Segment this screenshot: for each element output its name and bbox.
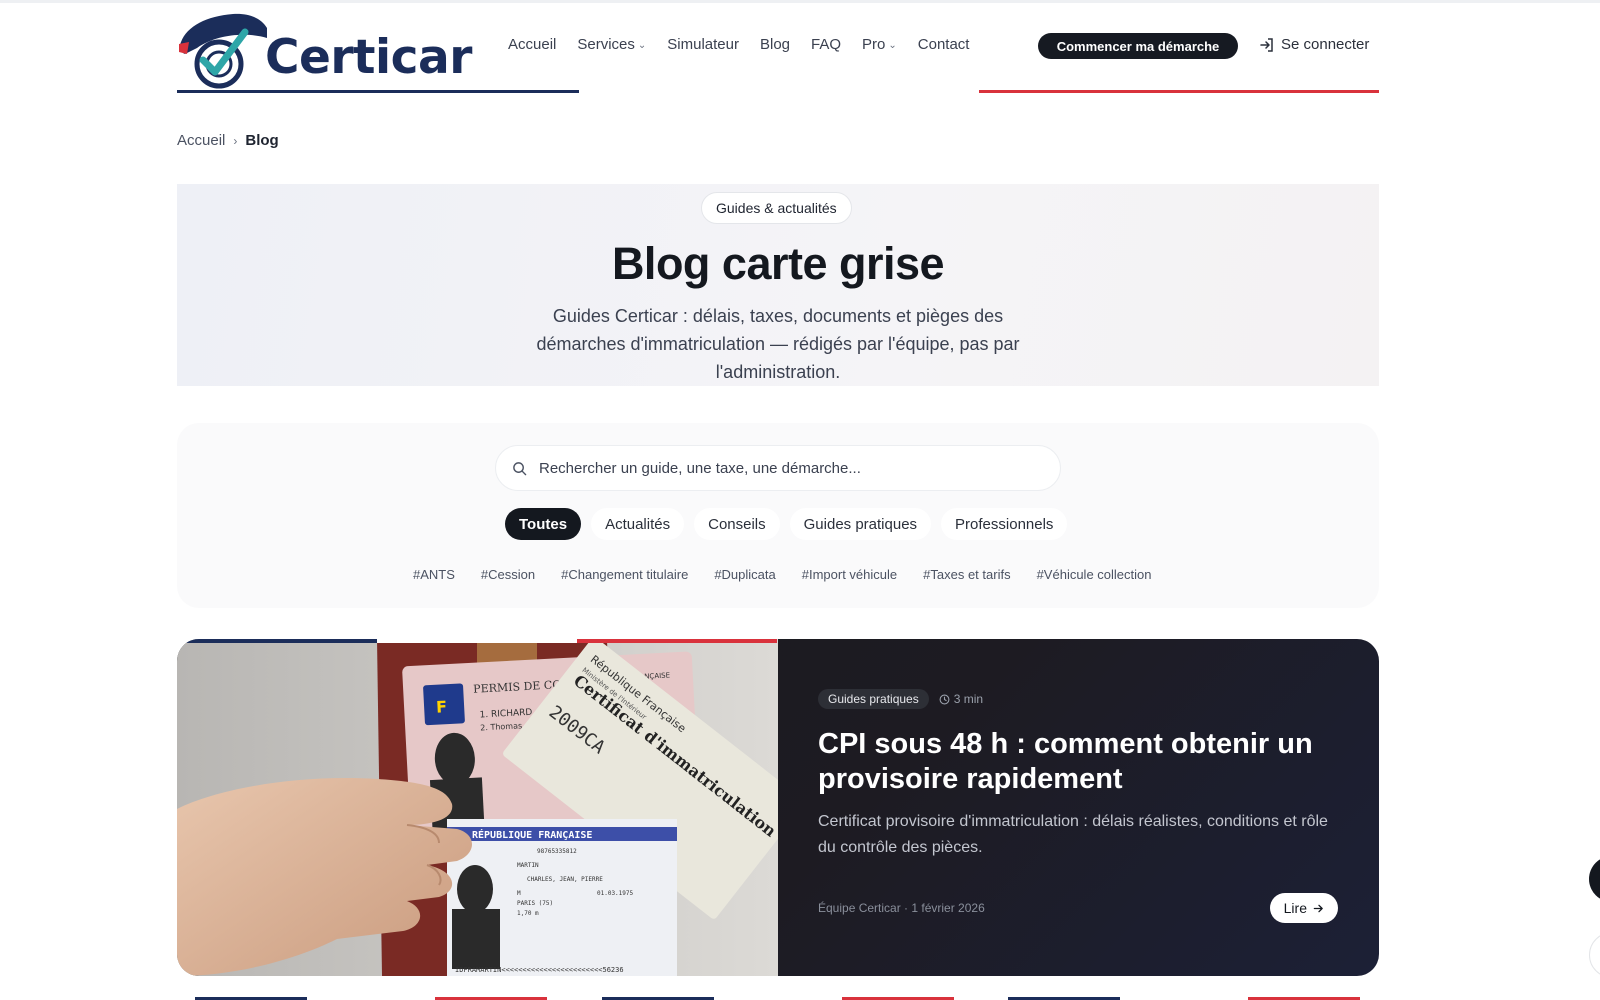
id-card-band: RÉPUBLIQUE FRANÇAISE xyxy=(472,828,592,841)
filter-conseils[interactable]: Conseils xyxy=(694,508,780,540)
filter-professionnels[interactable]: Professionnels xyxy=(941,508,1068,540)
nav-label: Contact xyxy=(917,36,970,53)
breadcrumb-home[interactable]: Accueil xyxy=(177,132,225,149)
tag-import-vehicule[interactable]: #Import véhicule xyxy=(802,567,897,582)
arrow-right-icon xyxy=(1313,904,1323,912)
breadcrumb-current: Blog xyxy=(245,132,279,149)
tag-vehicule-collection[interactable]: #Véhicule collection xyxy=(1037,567,1152,582)
id-card-birthplace: PARIS (75) xyxy=(517,900,553,907)
nav-contact[interactable]: Contact xyxy=(918,36,970,53)
id-card-height: 1,70 m xyxy=(517,910,539,917)
svg-text:F: F xyxy=(436,697,448,717)
id-card-sex: M xyxy=(517,890,521,897)
read-time: 3 min xyxy=(939,692,983,706)
chevron-right-icon: › xyxy=(233,133,238,148)
filter-panel: Rechercher un guide, une taxe, une démar… xyxy=(177,423,1379,608)
hero-badge: Guides & actualités xyxy=(701,192,852,224)
nav-label: Pro xyxy=(862,36,886,53)
hero-description: Guides Certicar : délais, taxes, documen… xyxy=(536,306,1020,382)
tag-list: #ANTS #Cession #Changement titulaire #Du… xyxy=(413,567,1151,582)
id-card-birthdate: 01.03.1975 xyxy=(597,890,634,897)
nav-label: Simulateur xyxy=(667,36,739,53)
floating-secondary-button[interactable] xyxy=(1589,932,1600,978)
article-footer: Équipe Certicar · 1 février 2026 Lire xyxy=(818,893,1338,923)
article-image: F PERMIS DE CONDUIRE FRANÇAISE 1. RICHAR… xyxy=(177,639,778,976)
nav-label: Services xyxy=(577,36,635,53)
tag-changement-titulaire[interactable]: #Changement titulaire xyxy=(561,567,688,582)
filter-toutes[interactable]: Toutes xyxy=(505,508,582,540)
login-label: Se connecter xyxy=(1281,36,1370,53)
top-border xyxy=(0,0,1600,3)
article-title[interactable]: CPI sous 48 h : comment obtenir un provi… xyxy=(818,727,1338,797)
id-card-mrz: IDFRAMARTIN<<<<<<<<<<<<<<<<<<<<<<<<56236 xyxy=(455,966,624,974)
article-meta: Guides pratiques 3 min xyxy=(818,689,1338,709)
main-nav: Accueil Services ⌄ Simulateur Blog FAQ Pr… xyxy=(508,36,969,53)
start-procedure-button[interactable]: Commencer ma démarche xyxy=(1038,33,1238,59)
nav-services[interactable]: Services ⌄ xyxy=(577,36,646,53)
chevron-down-icon: ⌄ xyxy=(888,40,897,51)
search-placeholder: Rechercher un guide, une taxe, une démar… xyxy=(539,459,861,477)
breadcrumb: Accueil › Blog xyxy=(177,132,279,149)
featured-article-card[interactable]: F PERMIS DE CONDUIRE FRANÇAISE 1. RICHAR… xyxy=(177,639,1379,976)
article-description: Certificat provisoire d'immatriculation … xyxy=(818,813,1328,856)
read-time-label: 3 min xyxy=(953,692,984,706)
car-check-logo-icon xyxy=(179,13,267,89)
login-link[interactable]: Se connecter xyxy=(1259,36,1369,53)
id-card-name: MARTIN xyxy=(517,862,539,869)
brand-name: Certicar xyxy=(265,30,472,85)
floating-action-button[interactable] xyxy=(1589,856,1600,902)
brand-logo[interactable]: Certicar xyxy=(177,8,472,92)
site-header: Certicar Accueil Services ⌄ Simulateur Bl… xyxy=(177,6,1379,94)
logo-underline xyxy=(177,90,579,93)
category-filters: Toutes Actualités Conseils Guides pratiq… xyxy=(505,508,1068,540)
search-input[interactable]: Rechercher un guide, une taxe, une démar… xyxy=(495,445,1061,491)
nav-accueil[interactable]: Accueil xyxy=(508,36,556,53)
tricolor-stripe xyxy=(177,639,777,643)
tag-cession[interactable]: #Cession xyxy=(481,567,535,582)
cta-underline xyxy=(979,90,1379,93)
nav-blog[interactable]: Blog xyxy=(760,36,790,53)
hero-section: Guides & actualités Blog carte grise Gui… xyxy=(177,184,1379,386)
nav-simulateur[interactable]: Simulateur xyxy=(667,36,739,53)
article-category-badge: Guides pratiques xyxy=(818,689,929,709)
filter-actualites[interactable]: Actualités xyxy=(591,508,685,540)
tag-duplicata[interactable]: #Duplicata xyxy=(714,567,775,582)
id-card-number: 98765335812 xyxy=(537,848,577,855)
page-title: Blog carte grise xyxy=(611,238,945,289)
nav-label: Accueil xyxy=(508,36,557,53)
tag-ants[interactable]: #ANTS xyxy=(413,567,455,582)
nav-label: FAQ xyxy=(811,36,842,53)
chevron-down-icon: ⌄ xyxy=(637,40,647,51)
login-icon xyxy=(1260,37,1273,52)
nav-faq[interactable]: FAQ xyxy=(811,36,841,53)
read-label: Lire xyxy=(1283,900,1307,916)
search-icon xyxy=(513,461,527,475)
nav-pro[interactable]: Pro ⌄ xyxy=(862,36,897,53)
clock-icon xyxy=(939,694,950,704)
tag-taxes-et-tarifs[interactable]: #Taxes et tarifs xyxy=(923,567,1010,582)
nav-label: Blog xyxy=(759,36,791,53)
read-article-button[interactable]: Lire xyxy=(1269,893,1338,923)
id-card-firstnames: CHARLES, JEAN, PIERRE xyxy=(527,876,603,883)
filter-guides-pratiques[interactable]: Guides pratiques xyxy=(789,508,932,540)
article-content: Guides pratiques 3 min CPI sous 48 h : c… xyxy=(818,689,1338,861)
article-author-date: Équipe Certicar · 1 février 2026 xyxy=(818,901,985,915)
